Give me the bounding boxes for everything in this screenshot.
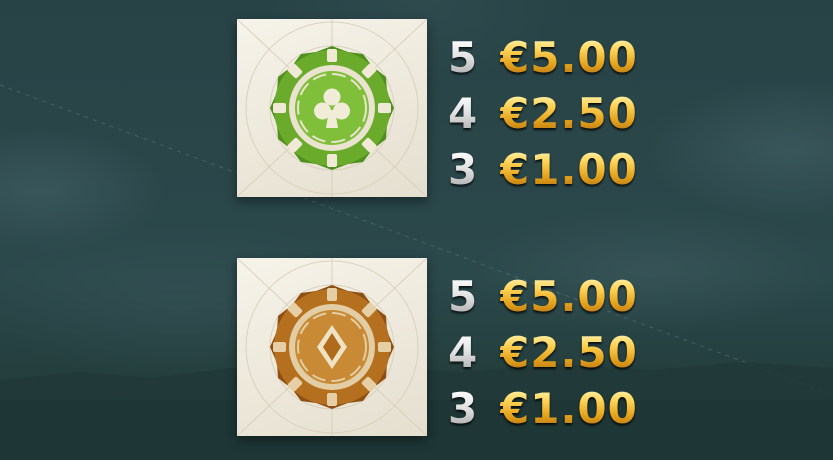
payout-value: €1.00 <box>500 384 638 433</box>
club-paytable: 5 €5.00 4 €2.50 3 €1.00 <box>448 30 638 198</box>
symbol-count: 3 <box>448 388 488 430</box>
payout-value: €1.00 <box>500 145 638 194</box>
symbol-count: 3 <box>448 149 488 191</box>
payout-value: €2.50 <box>500 328 638 377</box>
symbol-count: 4 <box>448 332 488 374</box>
payout-value: €2.50 <box>500 89 638 138</box>
diamond-chip-card <box>237 258 427 436</box>
payout-row: 5 €5.00 <box>448 30 638 86</box>
symbol-count: 4 <box>448 93 488 135</box>
diamond-chip-icon <box>237 258 427 436</box>
symbol-count: 5 <box>448 276 488 318</box>
payout-value: €5.00 <box>500 272 638 321</box>
payout-value: €5.00 <box>500 33 638 82</box>
club-chip-icon <box>237 19 427 197</box>
payout-row: 5 €5.00 <box>448 269 638 325</box>
symbol-count: 5 <box>448 37 488 79</box>
payout-row: 3 €1.00 <box>448 381 638 437</box>
payout-row: 4 €2.50 <box>448 325 638 381</box>
diamond-paytable: 5 €5.00 4 €2.50 3 €1.00 <box>448 269 638 437</box>
payout-row: 4 €2.50 <box>448 86 638 142</box>
club-chip-card <box>237 19 427 197</box>
payout-row: 3 €1.00 <box>448 142 638 198</box>
